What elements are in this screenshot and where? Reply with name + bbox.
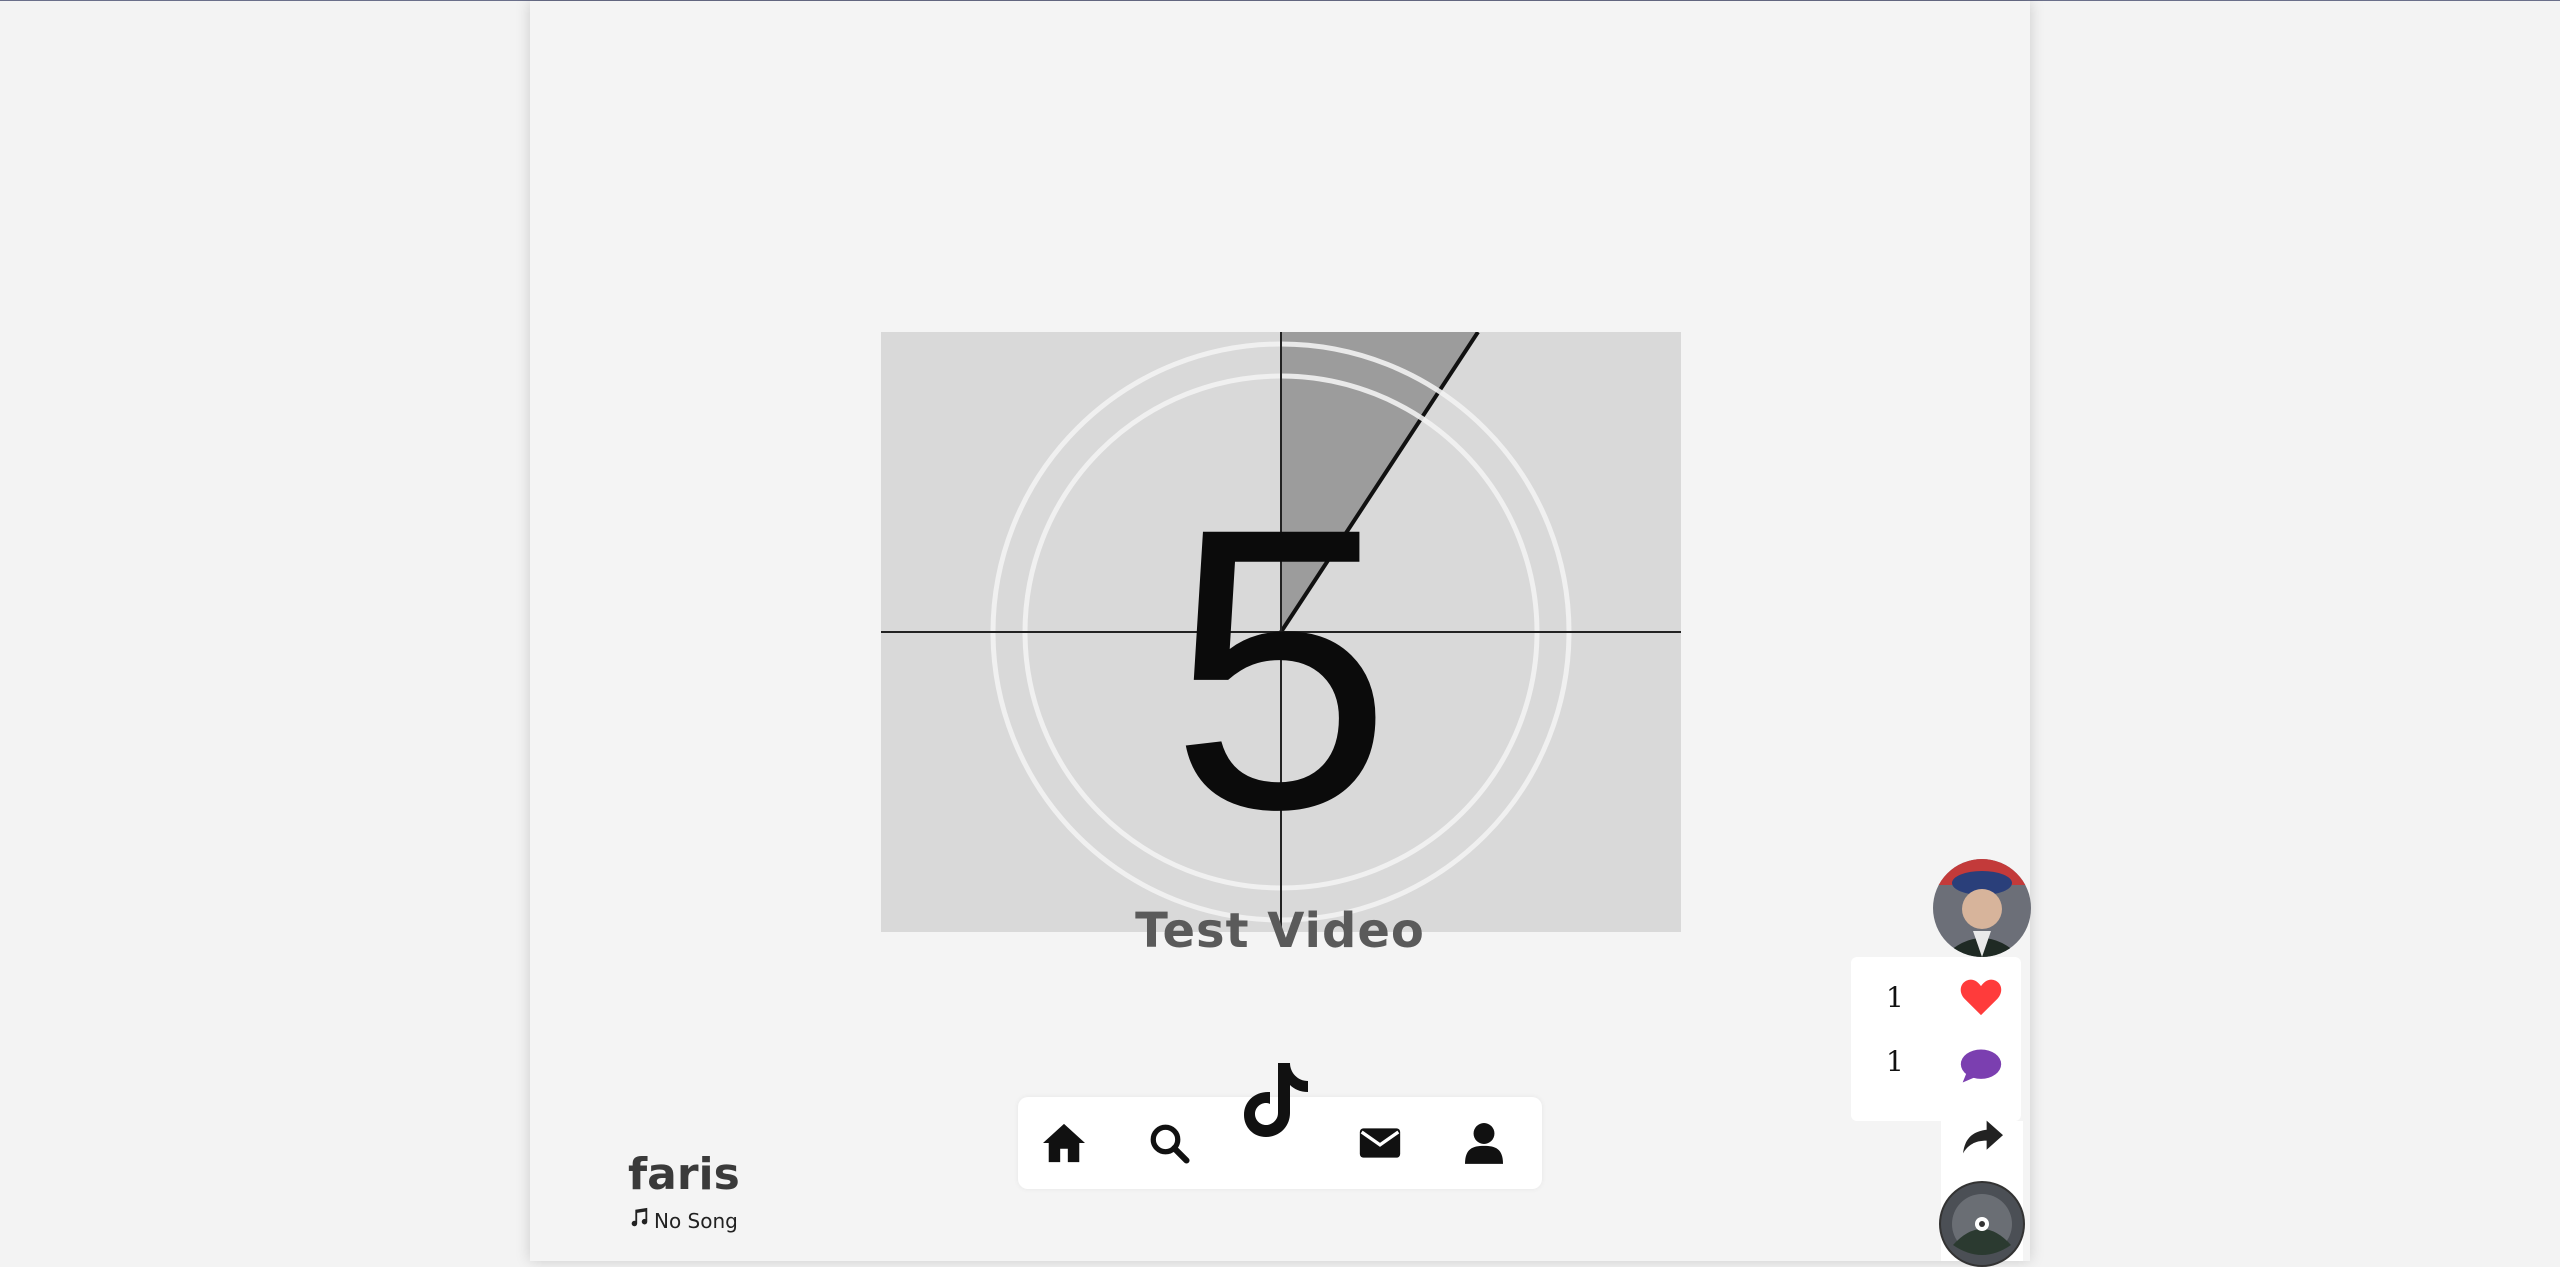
video-title: Test Video [1135,903,1425,959]
countdown-leader-graphic: 5 [881,332,1681,932]
nav-profile[interactable] [1458,1117,1510,1169]
home-icon [1043,1123,1085,1163]
music-disc[interactable] [1939,1181,2025,1267]
music-note-icon [628,1207,650,1234]
username[interactable]: faris [628,1149,740,1200]
song-info[interactable]: No Song [628,1207,738,1234]
countdown-number: 5 [1170,445,1392,892]
nav-home[interactable] [1038,1117,1090,1169]
actions-panel: 1 1 [1851,957,2021,1121]
likes-count: 1 [1886,981,1904,1014]
tiktok-logo-icon[interactable] [1242,1057,1318,1141]
disc-image [1941,1183,2023,1265]
nav-inbox[interactable] [1354,1117,1406,1169]
song-label: No Song [654,1208,738,1233]
heart-icon[interactable] [1959,977,2003,1021]
search-icon [1150,1124,1190,1164]
share-icon[interactable] [1961,1117,2005,1161]
comment-icon[interactable] [1959,1047,2003,1089]
creator-avatar[interactable] [1933,859,2031,957]
video-player[interactable]: 5 [881,332,1681,932]
mail-icon [1359,1128,1401,1158]
nav-search[interactable] [1143,1117,1195,1169]
avatar-image [1933,859,2031,957]
comments-count: 1 [1886,1045,1904,1078]
profile-icon [1465,1123,1503,1164]
feed-container: 5 Test Video 1 1 faris No Song [530,1,2031,1267]
